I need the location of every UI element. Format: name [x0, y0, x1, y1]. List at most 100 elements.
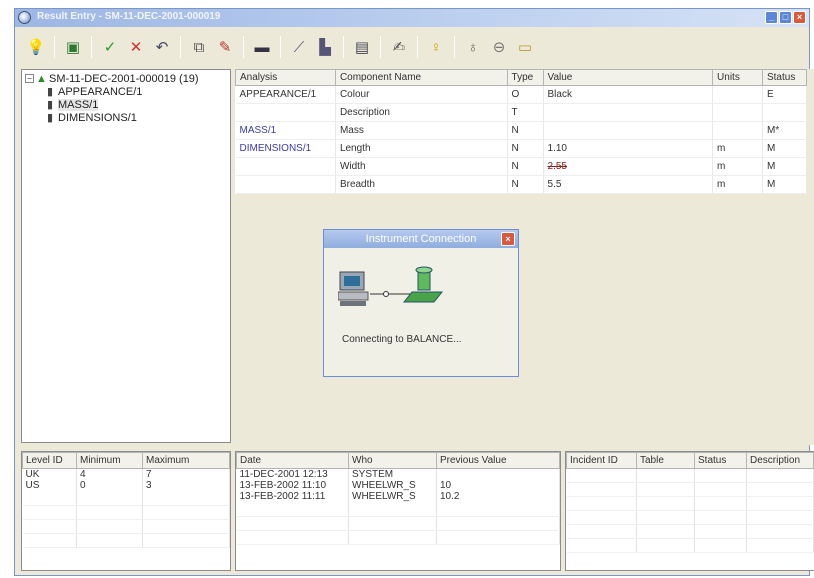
column-header[interactable]: Units — [712, 69, 763, 86]
column-header[interactable]: Status — [761, 69, 808, 86]
component-cell: Width — [335, 157, 508, 176]
previous-value-cell: 10.2 — [436, 491, 560, 502]
dialog-close-button[interactable]: × — [501, 232, 515, 246]
minimum-cell: 0 — [76, 480, 143, 491]
toolbar-separator — [343, 36, 344, 58]
table-row[interactable]: APPEARANCE/1 Colour O Black E — [235, 85, 808, 104]
value-cell[interactable]: Black — [543, 85, 714, 104]
toolbar-separator — [380, 36, 381, 58]
column-header[interactable]: Table — [636, 452, 695, 469]
column-header[interactable]: Incident ID — [566, 452, 637, 469]
flask-icon[interactable]: ♁ — [462, 36, 484, 58]
analysis-cell — [235, 157, 336, 176]
column-header[interactable]: Description — [746, 452, 814, 469]
table-row[interactable]: Description T — [235, 103, 808, 122]
column-header[interactable]: Level ID — [22, 452, 77, 469]
table-row[interactable]: MASS/1 Mass N M* — [235, 121, 808, 140]
value-cell[interactable] — [543, 103, 714, 122]
empty-row — [22, 491, 230, 506]
dialog-title: Instrument Connection — [324, 230, 518, 248]
table-row[interactable]: Breadth N 5.5 m M — [235, 175, 808, 194]
close-button[interactable]: × — [793, 11, 806, 24]
value-cell[interactable]: 2.55 — [543, 157, 714, 176]
chart-bar-icon[interactable]: ▙ — [314, 36, 336, 58]
computer-icon — [338, 271, 369, 306]
minimize-button[interactable]: _ — [765, 11, 778, 24]
empty-row — [236, 516, 560, 531]
help-bulb-icon[interactable]: ♀ — [425, 36, 447, 58]
tree-root[interactable]: − ▲ SM-11-DEC-2001-000019 (19) — [25, 73, 227, 86]
test-tube-icon: ▮ — [47, 86, 54, 98]
test-tube-icon: ▮ — [47, 99, 54, 111]
empty-row — [22, 505, 230, 520]
empty-row — [566, 482, 814, 497]
column-header[interactable]: Type — [506, 69, 544, 86]
monitor-icon[interactable]: ▬ — [251, 36, 273, 58]
book-icon[interactable]: ▤ — [351, 36, 373, 58]
status-cell: M — [762, 157, 808, 176]
component-cell: Length — [335, 139, 508, 158]
cross-icon[interactable]: ✕ — [125, 36, 147, 58]
results-grid: Analysis Component Name Type Value Units… — [235, 69, 814, 445]
collapse-icon[interactable]: − — [25, 74, 34, 83]
units-cell — [712, 121, 763, 140]
type-cell: O — [507, 85, 544, 104]
units-cell — [712, 103, 763, 122]
analysis-cell: APPEARANCE/1 — [235, 85, 336, 104]
table-row[interactable]: UK 4 7 — [22, 468, 230, 480]
signature-icon[interactable]: ✍ — [388, 36, 410, 58]
component-cell: Colour — [335, 85, 508, 104]
component-cell: Breadth — [335, 175, 508, 194]
value-cell[interactable]: 1.10 — [543, 139, 714, 158]
toolbar-separator — [243, 36, 244, 58]
tree-item-appearance[interactable]: ▮ APPEARANCE/1 — [25, 86, 227, 99]
table-row[interactable]: 13-FEB-2002 11:11 WHEELWR_S 10.2 — [236, 491, 560, 502]
sample-tree[interactable]: − ▲ SM-11-DEC-2001-000019 (19) ▮ APPEARANCE… — [21, 69, 231, 443]
chart-line-icon[interactable]: ⟋ — [288, 36, 310, 58]
table-row[interactable]: 11-DEC-2001 12:13 SYSTEM — [236, 468, 560, 480]
previous-value-cell — [436, 468, 560, 480]
column-header[interactable]: Previous Value — [436, 452, 560, 469]
connection-graphic — [338, 266, 444, 306]
tube-icon[interactable]: ⊖ — [488, 36, 510, 58]
column-header[interactable]: Who — [348, 452, 437, 469]
column-header[interactable]: Date — [236, 452, 349, 469]
balance-icon — [402, 266, 444, 303]
column-header[interactable]: Analysis — [235, 69, 336, 86]
column-header[interactable]: Maximum — [142, 452, 230, 469]
checkmark-icon[interactable]: ✓ — [99, 36, 121, 58]
column-header[interactable]: Value — [542, 69, 714, 86]
table-row[interactable]: Width N 2.55 m M — [235, 157, 808, 176]
folder-icon[interactable]: ▭ — [514, 36, 536, 58]
table-row[interactable]: US 0 3 — [22, 480, 230, 491]
column-header[interactable]: Status — [694, 452, 747, 469]
column-header[interactable]: Component Name — [334, 69, 508, 86]
empty-row — [236, 530, 560, 545]
value-cell[interactable]: 5.5 — [543, 175, 714, 194]
column-header[interactable]: Minimum — [76, 452, 143, 469]
empty-row — [236, 502, 560, 517]
who-cell: SYSTEM — [348, 468, 437, 480]
tree-item-mass[interactable]: ▮ MASS/1 — [25, 99, 227, 112]
level-id-cell: US — [22, 480, 77, 491]
status-cell: M — [762, 139, 808, 158]
units-cell: m — [712, 175, 763, 194]
empty-row — [566, 468, 814, 483]
copy-icon[interactable]: ⧉ — [188, 36, 210, 58]
table-row[interactable]: DIMENSIONS/1 Length N 1.10 m M — [235, 139, 808, 158]
maximize-button[interactable]: □ — [779, 11, 792, 24]
date-cell: 13-FEB-2002 11:10 — [236, 480, 349, 491]
undo-icon[interactable]: ↶ — [151, 36, 173, 58]
edit-icon[interactable]: ✎ — [214, 36, 236, 58]
lightbulb-icon[interactable]: 💡 — [25, 36, 47, 58]
status-cell: E — [762, 85, 808, 104]
type-cell: N — [507, 121, 544, 140]
table-row[interactable]: 13-FEB-2002 11:10 WHEELWR_S 10 — [236, 480, 560, 491]
tree-item-dimensions[interactable]: ▮ DIMENSIONS/1 — [25, 112, 227, 125]
window-controls: _ □ × — [765, 11, 806, 24]
value-cell[interactable] — [543, 121, 714, 140]
type-cell: N — [507, 157, 544, 176]
component-cell: Mass — [335, 121, 508, 140]
empty-row — [22, 533, 230, 548]
save-icon[interactable]: ▣ — [62, 36, 84, 58]
